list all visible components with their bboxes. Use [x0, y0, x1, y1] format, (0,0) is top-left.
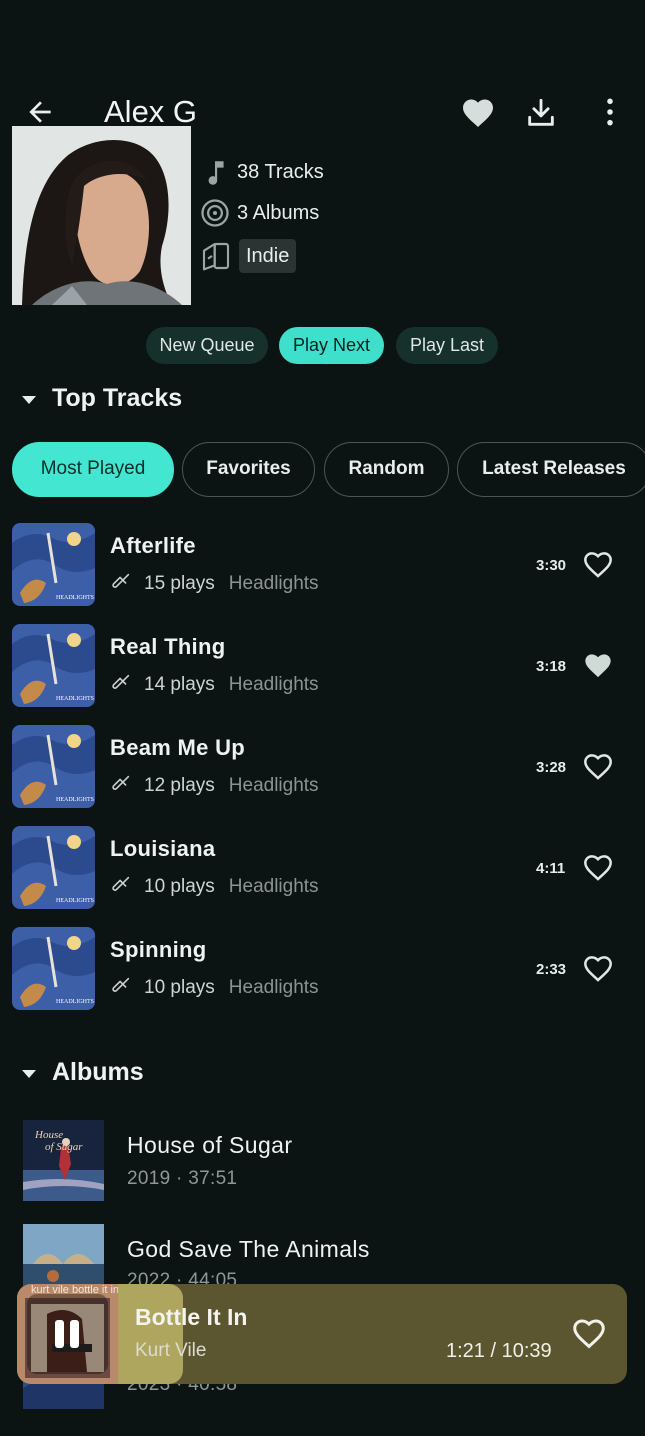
track-row[interactable]: HEADLIGHTS Spinning 10 plays Headlights 2:33 [0, 927, 645, 1017]
track-duration: 4:11 [536, 860, 566, 877]
favorite-filled-icon[interactable] [581, 650, 615, 682]
filter-chip-favorites[interactable]: Favorites [182, 442, 315, 497]
back-arrow-icon[interactable] [24, 96, 56, 128]
svg-text:HEADLIGHTS: HEADLIGHTS [56, 797, 94, 803]
track-meta: 12 plays Headlights [110, 773, 319, 797]
top-tracks-heading[interactable]: Top Tracks [52, 384, 182, 413]
filter-chip-random[interactable]: Random [324, 442, 449, 497]
svg-text:HEADLIGHTS: HEADLIGHTS [56, 898, 94, 904]
filter-chip-latest-releases[interactable]: Latest Releases [457, 442, 645, 497]
favorite-outline-icon[interactable] [570, 1316, 608, 1352]
track-cover: HEADLIGHTS [12, 725, 95, 808]
track-cover: HEADLIGHTS [12, 826, 95, 909]
svg-text:HEADLIGHTS: HEADLIGHTS [56, 999, 94, 1005]
track-plays: 10 plays [144, 977, 215, 998]
track-row[interactable]: HEADLIGHTS Beam Me Up 12 plays Headlights 3:… [0, 725, 645, 815]
track-cover: HEADLIGHTS [12, 927, 95, 1010]
music-note-icon [202, 158, 228, 188]
track-cover: HEADLIGHTS [12, 523, 95, 606]
album-count: 3 Albums [237, 202, 320, 224]
svg-text:House: House [34, 1129, 63, 1141]
plays-icon [110, 874, 132, 896]
filter-chip-most-played[interactable]: Most Played [12, 442, 174, 497]
track-meta: 14 plays Headlights [110, 672, 319, 696]
track-row[interactable]: HEADLIGHTS Louisiana 10 plays Headlights 4:1… [0, 826, 645, 916]
album-title: God Save The Animals [127, 1236, 370, 1262]
track-duration: 3:18 [536, 658, 567, 675]
track-plays: 10 plays [144, 876, 215, 897]
collapse-caret-icon[interactable] [19, 1064, 39, 1084]
track-meta: 15 plays Headlights [110, 571, 319, 595]
favorite-outline-icon[interactable] [581, 953, 615, 985]
track-duration: 2:33 [536, 961, 567, 978]
artist-photo [12, 126, 191, 305]
now-playing-title: Bottle It In [135, 1304, 248, 1330]
plays-icon [110, 571, 132, 593]
track-row[interactable]: HEADLIGHTS Real Thing 14 plays Headlights 3:… [0, 624, 645, 714]
new-queue-button[interactable]: New Queue [146, 327, 268, 364]
album-disc-icon [200, 198, 230, 228]
more-vert-icon[interactable] [597, 96, 623, 128]
track-cover: HEADLIGHTS [12, 624, 95, 707]
track-album: Headlights [228, 977, 319, 998]
svg-text:HEADLIGHTS: HEADLIGHTS [56, 696, 94, 702]
favorite-heart-icon[interactable] [460, 95, 496, 131]
track-count: 38 Tracks [237, 161, 324, 183]
track-plays: 15 plays [144, 573, 215, 594]
genre-label: Indie [246, 245, 290, 267]
favorite-outline-icon[interactable] [581, 549, 615, 581]
track-duration: 3:30 [536, 557, 567, 574]
track-album: Headlights [228, 876, 319, 897]
plays-icon [110, 773, 132, 795]
download-icon[interactable] [524, 96, 558, 130]
mini-player-cover: kurt vile bottle it in [17, 1284, 118, 1384]
album-cover: House of Sugar [23, 1120, 104, 1201]
now-playing-artist: Kurt Vile [135, 1340, 207, 1361]
favorite-outline-icon[interactable] [581, 751, 615, 783]
favorite-outline-icon[interactable] [581, 852, 615, 884]
track-meta: 10 plays Headlights [110, 874, 319, 898]
track-title: Louisiana [110, 836, 216, 861]
album-subtitle: 2019 · 37:51 [127, 1168, 238, 1189]
album-row[interactable]: House of Sugar House of Sugar 2019 · 37:… [0, 1118, 645, 1204]
plays-icon [110, 672, 132, 694]
track-title: Real Thing [110, 634, 226, 659]
track-title: Afterlife [110, 533, 196, 558]
track-plays: 12 plays [144, 775, 215, 796]
mini-player[interactable]: kurt vile bottle it in Bottle It In Kurt… [17, 1284, 627, 1384]
genre-icon [200, 240, 232, 272]
collapse-caret-icon[interactable] [19, 390, 39, 410]
svg-text:HEADLIGHTS: HEADLIGHTS [56, 595, 94, 601]
play-next-button[interactable]: Play Next [279, 327, 384, 364]
track-album: Headlights [228, 674, 319, 695]
track-row[interactable]: HEADLIGHTS Afterlife 15 plays Headlights 3:3… [0, 523, 645, 613]
track-album: Headlights [228, 775, 319, 796]
track-title: Beam Me Up [110, 735, 246, 760]
pause-icon[interactable] [51, 1318, 83, 1350]
track-album: Headlights [228, 573, 319, 594]
albums-heading[interactable]: Albums [52, 1058, 144, 1087]
track-duration: 3:28 [536, 759, 567, 776]
plays-icon [110, 975, 132, 997]
album-title: House of Sugar [127, 1132, 293, 1158]
play-last-button[interactable]: Play Last [396, 327, 498, 364]
genre-tag[interactable]: Indie [239, 239, 297, 273]
svg-text:of Sugar: of Sugar [45, 1141, 83, 1153]
track-title: Spinning [110, 937, 207, 962]
now-playing-time: 1:21 / 10:39 [446, 1340, 552, 1362]
track-plays: 14 plays [144, 674, 215, 695]
track-meta: 10 plays Headlights [110, 975, 319, 999]
